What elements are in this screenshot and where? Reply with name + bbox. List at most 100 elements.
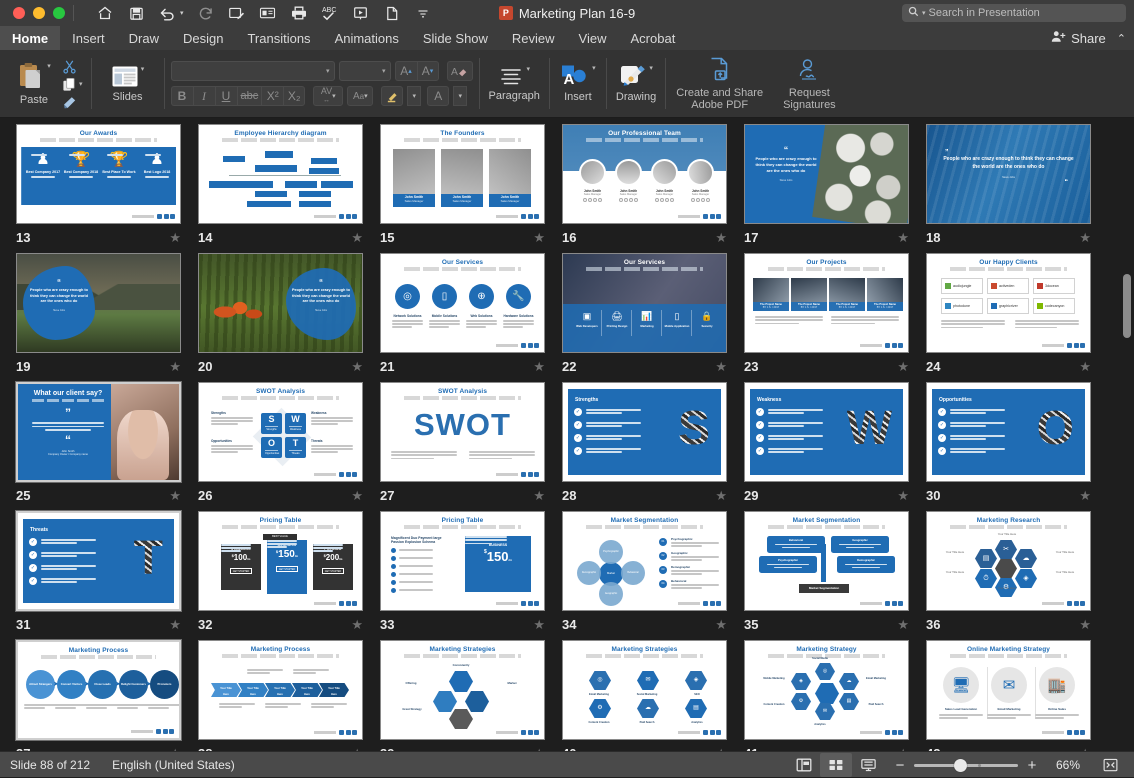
- slide-thumbnail-image[interactable]: Our Services ▣ Web Developers 🖨 Printing…: [562, 253, 727, 353]
- superscript-button[interactable]: X²: [261, 86, 283, 106]
- close-window-button[interactable]: [13, 7, 25, 19]
- slide-thumbnail-29[interactable]: Weakness ✓ ✓ ✓ ✓ W 29 ★: [736, 382, 918, 511]
- slide-thumbnail-image[interactable]: Marketing Strategies◎✉◈⚙☁▤ Email Marketi…: [562, 640, 727, 740]
- change-case-caret[interactable]: ▾: [364, 92, 368, 100]
- slide-thumbnail-image[interactable]: Strengths ✓ ✓ ✓ ✓ S: [562, 382, 727, 482]
- animation-star-icon[interactable]: ★: [897, 489, 909, 502]
- slide-thumbnail-36[interactable]: Marketing Research ✂⚙▤⏱☁◈ Your Title Her…: [918, 511, 1100, 640]
- font-color-button[interactable]: A: [427, 86, 449, 106]
- paste-dropdown-caret[interactable]: ▾: [47, 62, 51, 70]
- slide-thumbnail-image[interactable]: Market Segmentation Behavioral Geographi…: [744, 511, 909, 611]
- animation-star-icon[interactable]: ★: [351, 231, 363, 244]
- format-painter-button[interactable]: [62, 95, 78, 109]
- font-color-caret[interactable]: ▾: [453, 86, 467, 106]
- paragraph-button[interactable]: ▾ Paragraph: [480, 50, 549, 117]
- slide-thumbnail-17[interactable]: “ People who are crazy enough to think t…: [736, 124, 918, 253]
- slide-thumbnail-30[interactable]: Opportunities ✓ ✓ ✓ ✓ O 30 ★: [918, 382, 1100, 511]
- slide-thumbnail-image[interactable]: Our Professional Team John SmithSales Ma…: [562, 124, 727, 224]
- maximize-window-button[interactable]: [53, 7, 65, 19]
- slide-thumbnail-34[interactable]: Market SegmentationMarket PsychographicG…: [554, 511, 736, 640]
- save-icon[interactable]: [127, 4, 145, 22]
- tab-transitions[interactable]: Transitions: [235, 26, 322, 50]
- slide-thumbnail-22[interactable]: Our Services ▣ Web Developers 🖨 Printing…: [554, 253, 736, 382]
- animation-star-icon[interactable]: ★: [897, 618, 909, 631]
- animation-star-icon[interactable]: ★: [169, 231, 181, 244]
- copy-dropdown-caret[interactable]: ▾: [79, 80, 83, 88]
- tab-acrobat[interactable]: Acrobat: [619, 26, 688, 50]
- tab-home[interactable]: Home: [0, 26, 60, 50]
- insert-button[interactable]: A ▾ Insert: [550, 50, 606, 117]
- slide-sorter-pane[interactable]: Our Awards ♟ Best Company 2017 🏆 Best Co…: [0, 118, 1134, 751]
- slides-button[interactable]: ▾ Slides: [100, 65, 156, 103]
- slide-thumbnail-21[interactable]: Our Services◎ Network Solutions ▯ Mobile…: [372, 253, 554, 382]
- animation-star-icon[interactable]: ★: [169, 618, 181, 631]
- animation-star-icon[interactable]: ★: [533, 360, 545, 373]
- slide-thumbnail-image[interactable]: Online Marketing Strategy🖥 Sales Lead Ge…: [926, 640, 1091, 740]
- cut-button[interactable]: [62, 59, 77, 74]
- customize-toolbar-icon[interactable]: [414, 4, 432, 22]
- slide-counter[interactable]: Slide 88 of 212: [10, 758, 90, 772]
- paste-button[interactable]: ▾ Paste: [8, 62, 60, 106]
- animation-star-icon[interactable]: ★: [1079, 618, 1091, 631]
- tab-draw[interactable]: Draw: [117, 26, 171, 50]
- share-button-label[interactable]: Share: [1071, 31, 1106, 46]
- vertical-scrollbar[interactable]: [1123, 244, 1131, 751]
- slide-thumbnail-image[interactable]: The Founders John SmithSales Manager Joh…: [380, 124, 545, 224]
- animation-star-icon[interactable]: ★: [533, 618, 545, 631]
- slide-thumbnail-41[interactable]: Marketing Strategy ◎✉◈⚙☁▤ Social MediaMo…: [736, 640, 918, 751]
- minimize-window-button[interactable]: [33, 7, 45, 19]
- window-controls[interactable]: [8, 7, 65, 19]
- zoom-out-button[interactable]: −: [894, 757, 906, 774]
- drawing-dropdown-caret[interactable]: ▾: [649, 64, 653, 72]
- slide-thumbnail-image[interactable]: What our client say? ” “ John SmithCompa…: [16, 382, 181, 482]
- slide-thumbnail-20[interactable]: “ People who are crazy enough to think t…: [190, 253, 372, 382]
- slide-thumbnail-27[interactable]: SWOT AnalysisSWOT 27 ★: [372, 382, 554, 511]
- zoom-in-button[interactable]: +: [1026, 757, 1038, 774]
- animation-star-icon[interactable]: ★: [169, 489, 181, 502]
- underline-button[interactable]: U: [215, 86, 237, 106]
- char-spacing-caret[interactable]: ▾: [332, 92, 336, 100]
- slide-thumbnail-26[interactable]: SWOT Analysis S Strengths W Weakness O O…: [190, 382, 372, 511]
- slide-thumbnail-image[interactable]: Employee Hierarchy diagram: [198, 124, 363, 224]
- animation-star-icon[interactable]: ★: [351, 489, 363, 502]
- slide-thumbnail-image[interactable]: “ People who are crazy enough to think t…: [198, 253, 363, 353]
- slide-thumbnail-image[interactable]: Our Services◎ Network Solutions ▯ Mobile…: [380, 253, 545, 353]
- slides-dropdown-caret[interactable]: ▾: [141, 65, 145, 73]
- start-slideshow-icon[interactable]: [352, 4, 370, 22]
- change-case-button[interactable]: Aa ▾: [347, 86, 373, 106]
- search-dropdown-caret[interactable]: ▾: [922, 9, 926, 17]
- animation-star-icon[interactable]: ★: [715, 489, 727, 502]
- slide-thumbnail-image[interactable]: Market SegmentationMarket PsychographicG…: [562, 511, 727, 611]
- subscript-button[interactable]: X₂: [283, 86, 305, 106]
- highlight-color-caret[interactable]: ▾: [407, 86, 421, 106]
- slide-thumbnail-image[interactable]: “ People who are crazy enough to think t…: [744, 124, 909, 224]
- slide-thumbnail-18[interactable]: ” People who are crazy enough to think t…: [918, 124, 1100, 253]
- animation-star-icon[interactable]: ★: [897, 360, 909, 373]
- slide-thumbnail-31[interactable]: Threats ✓ ✓ ✓ ✓ T 31 ★: [8, 511, 190, 640]
- slide-thumbnail-33[interactable]: Pricing Table Magnificent Duo Payment la…: [372, 511, 554, 640]
- insert-dropdown-caret[interactable]: ▾: [592, 64, 596, 72]
- search-input[interactable]: [929, 7, 1120, 19]
- slide-thumbnail-13[interactable]: Our Awards ♟ Best Company 2017 🏆 Best Co…: [8, 124, 190, 253]
- slide-thumbnail-image[interactable]: Pricing TableBEST VALUE STANDARD $100/m …: [198, 511, 363, 611]
- animation-star-icon[interactable]: ★: [351, 360, 363, 373]
- zoom-slider-knob[interactable]: [954, 759, 967, 772]
- slide-thumbnail-25[interactable]: What our client say? ” “ John SmithCompa…: [8, 382, 190, 511]
- slide-thumbnail-image[interactable]: SWOT Analysis S Strengths W Weakness O O…: [198, 382, 363, 482]
- slide-thumbnail-24[interactable]: Our Happy Clients audiojungle activeden …: [918, 253, 1100, 382]
- slide-thumbnail-16[interactable]: Our Professional Team John SmithSales Ma…: [554, 124, 736, 253]
- font-name-input[interactable]: ▾: [171, 61, 335, 81]
- paragraph-dropdown-caret[interactable]: ▾: [526, 65, 530, 73]
- slide-thumbnail-32[interactable]: Pricing TableBEST VALUE STANDARD $100/m …: [190, 511, 372, 640]
- copy-button[interactable]: ▾: [62, 77, 83, 92]
- slide-thumbnail-image[interactable]: Opportunities ✓ ✓ ✓ ✓ O: [926, 382, 1091, 482]
- animation-star-icon[interactable]: ★: [1079, 231, 1091, 244]
- slide-thumbnail-image[interactable]: “ People who are crazy enough to think t…: [16, 253, 181, 353]
- animation-star-icon[interactable]: ★: [1079, 360, 1091, 373]
- document-title-text[interactable]: Marketing Plan 16-9: [519, 6, 635, 21]
- font-size-input[interactable]: ▾: [339, 61, 391, 81]
- new-slide-icon[interactable]: [228, 4, 246, 22]
- clear-formatting-button[interactable]: A: [447, 61, 473, 81]
- zoom-slider[interactable]: [914, 758, 1018, 772]
- slide-thumbnail-image[interactable]: Marketing Research ✂⚙▤⏱☁◈ Your Title Her…: [926, 511, 1091, 611]
